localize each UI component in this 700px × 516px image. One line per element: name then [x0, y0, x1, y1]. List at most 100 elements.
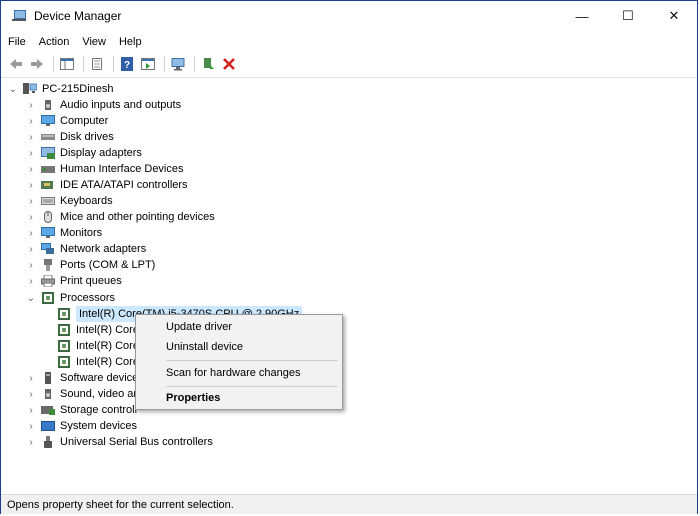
svg-text:?: ? — [124, 60, 130, 71]
display-adapter-icon — [41, 147, 55, 159]
tree-category[interactable]: › Print queues — [25, 273, 122, 289]
monitor-icon — [41, 227, 55, 239]
tree-category[interactable]: › Ports (COM & LPT) — [25, 257, 155, 273]
uninstall-icon[interactable] — [220, 55, 238, 73]
chevron-right-icon[interactable]: › — [25, 373, 37, 384]
chevron-right-icon[interactable]: › — [25, 421, 37, 432]
processor-item[interactable]: Intel(R) Core — [57, 354, 139, 370]
tree-category-label: Display adapters — [60, 147, 142, 159]
close-button[interactable]: ✕ — [651, 1, 697, 31]
tree-category[interactable]: › System devices — [25, 418, 137, 434]
chevron-right-icon[interactable]: › — [25, 196, 37, 207]
chevron-right-icon[interactable]: › — [25, 148, 37, 159]
update-driver-menu-item[interactable]: Update driver — [166, 318, 232, 336]
tree-category[interactable]: › Network adapters — [25, 241, 146, 257]
status-bar: Opens property sheet for the current sel… — [1, 494, 697, 514]
tree-root[interactable]: ⌄ PC-215Dinesh — [7, 81, 114, 97]
device-tree: ⌄ PC-215Dinesh › Audio inputs and outputs… — [1, 77, 697, 492]
action-pane-icon[interactable] — [139, 55, 157, 73]
sound-icon — [41, 388, 55, 400]
computer-icon — [41, 115, 55, 127]
tree-category-label: Network adapters — [60, 243, 147, 255]
chevron-down-icon[interactable]: ⌄ — [7, 84, 19, 95]
tree-category[interactable]: › Keyboards — [25, 193, 113, 209]
tree-category[interactable]: › Human Interface Devices — [25, 161, 184, 177]
tree-category[interactable]: › Disk drives — [25, 129, 114, 145]
device-manager-window: Device Manager — ☐ ✕ File Action View He… — [0, 0, 698, 514]
tree-category[interactable]: › IDE ATA/ATAPI controllers — [25, 177, 188, 193]
tree-category-label: Sound, video an — [60, 388, 140, 400]
chevron-right-icon[interactable]: › — [25, 164, 37, 175]
tree-category-label: Disk drives — [60, 131, 114, 143]
chevron-right-icon[interactable]: › — [25, 437, 37, 448]
chevron-right-icon[interactable]: › — [25, 212, 37, 223]
properties-menu-item[interactable]: Properties — [166, 389, 220, 407]
port-icon — [41, 259, 55, 271]
tree-category-label: Keyboards — [60, 195, 113, 207]
minimize-button[interactable]: — — [559, 1, 605, 31]
chevron-right-icon[interactable]: › — [25, 132, 37, 143]
chevron-right-icon[interactable]: › — [25, 244, 37, 255]
tree-category[interactable]: › Audio inputs and outputs — [25, 97, 181, 113]
window-title: Device Manager — [34, 9, 122, 23]
context-menu: Update driver Uninstall device Scan for … — [135, 314, 343, 410]
title-bar[interactable]: Device Manager — ☐ ✕ — [1, 1, 697, 31]
menu-help[interactable]: Help — [113, 33, 148, 51]
hid-icon — [41, 163, 55, 175]
tree-category[interactable]: › Sound, video an — [25, 386, 140, 402]
usb-icon — [41, 436, 55, 448]
processor-icon — [57, 308, 71, 320]
menu-file[interactable]: File — [2, 33, 32, 51]
tree-category-label: Universal Serial Bus controllers — [60, 436, 213, 448]
forward-icon[interactable] — [28, 55, 46, 73]
chevron-right-icon[interactable]: › — [25, 260, 37, 271]
software-icon — [41, 372, 55, 384]
toolbar: ? — [1, 53, 697, 75]
chevron-right-icon[interactable]: › — [25, 116, 37, 127]
update-driver-icon[interactable] — [199, 55, 217, 73]
chevron-down-icon[interactable]: ⌄ — [25, 293, 37, 304]
chevron-right-icon[interactable]: › — [25, 276, 37, 287]
ide-icon — [41, 179, 55, 191]
show-hide-console-tree-icon[interactable] — [58, 55, 76, 73]
chevron-right-icon[interactable]: › — [25, 228, 37, 239]
tree-category-label: Monitors — [60, 227, 103, 239]
chevron-right-icon[interactable]: › — [25, 389, 37, 400]
tree-category-label: System devices — [60, 420, 138, 432]
keyboard-icon — [41, 195, 55, 207]
tree-category-label: IDE ATA/ATAPI controllers — [60, 179, 188, 191]
tree-category-label: Software device — [60, 372, 139, 384]
chevron-right-icon[interactable]: › — [25, 180, 37, 191]
tree-category-label: Storage controll — [60, 404, 138, 416]
tree-category[interactable]: › Display adapters — [25, 145, 142, 161]
menu-action[interactable]: Action — [33, 33, 76, 51]
tree-category[interactable]: › Universal Serial Bus controllers — [25, 434, 213, 450]
tree-category-label: Computer — [60, 115, 109, 127]
chevron-right-icon[interactable]: › — [25, 100, 37, 111]
speaker-icon — [41, 99, 55, 111]
back-icon[interactable] — [7, 55, 25, 73]
tree-category[interactable]: › Computer — [25, 113, 108, 129]
processor-item[interactable]: Intel(R) Core — [57, 322, 139, 338]
chevron-right-icon[interactable]: › — [25, 405, 37, 416]
tree-category-processors[interactable]: ⌄ Processors — [25, 290, 115, 306]
tree-category-label: Print queues — [60, 275, 122, 287]
tree-category[interactable]: › Storage controll — [25, 402, 137, 418]
tree-category[interactable]: › Monitors — [25, 225, 102, 241]
system-icon — [41, 420, 55, 432]
tree-category[interactable]: › Mice and other pointing devices — [25, 209, 215, 225]
scan-hardware-icon[interactable] — [169, 55, 187, 73]
tree-category-label: Human Interface Devices — [60, 163, 184, 175]
help-icon[interactable]: ? — [118, 55, 136, 73]
uninstall-device-menu-item[interactable]: Uninstall device — [166, 338, 243, 356]
menu-view[interactable]: View — [76, 33, 112, 51]
properties-sheet-icon[interactable] — [88, 55, 106, 73]
menu-bar: File Action View Help — [1, 33, 148, 51]
processor-item[interactable]: Intel(R) Core — [57, 338, 139, 354]
maximize-button[interactable]: ☐ — [605, 1, 651, 31]
tree-category[interactable]: › Software device — [25, 370, 138, 386]
mouse-icon — [41, 211, 55, 223]
processor-icon — [57, 356, 71, 368]
processor-icon — [57, 340, 71, 352]
scan-hardware-menu-item[interactable]: Scan for hardware changes — [166, 364, 301, 382]
